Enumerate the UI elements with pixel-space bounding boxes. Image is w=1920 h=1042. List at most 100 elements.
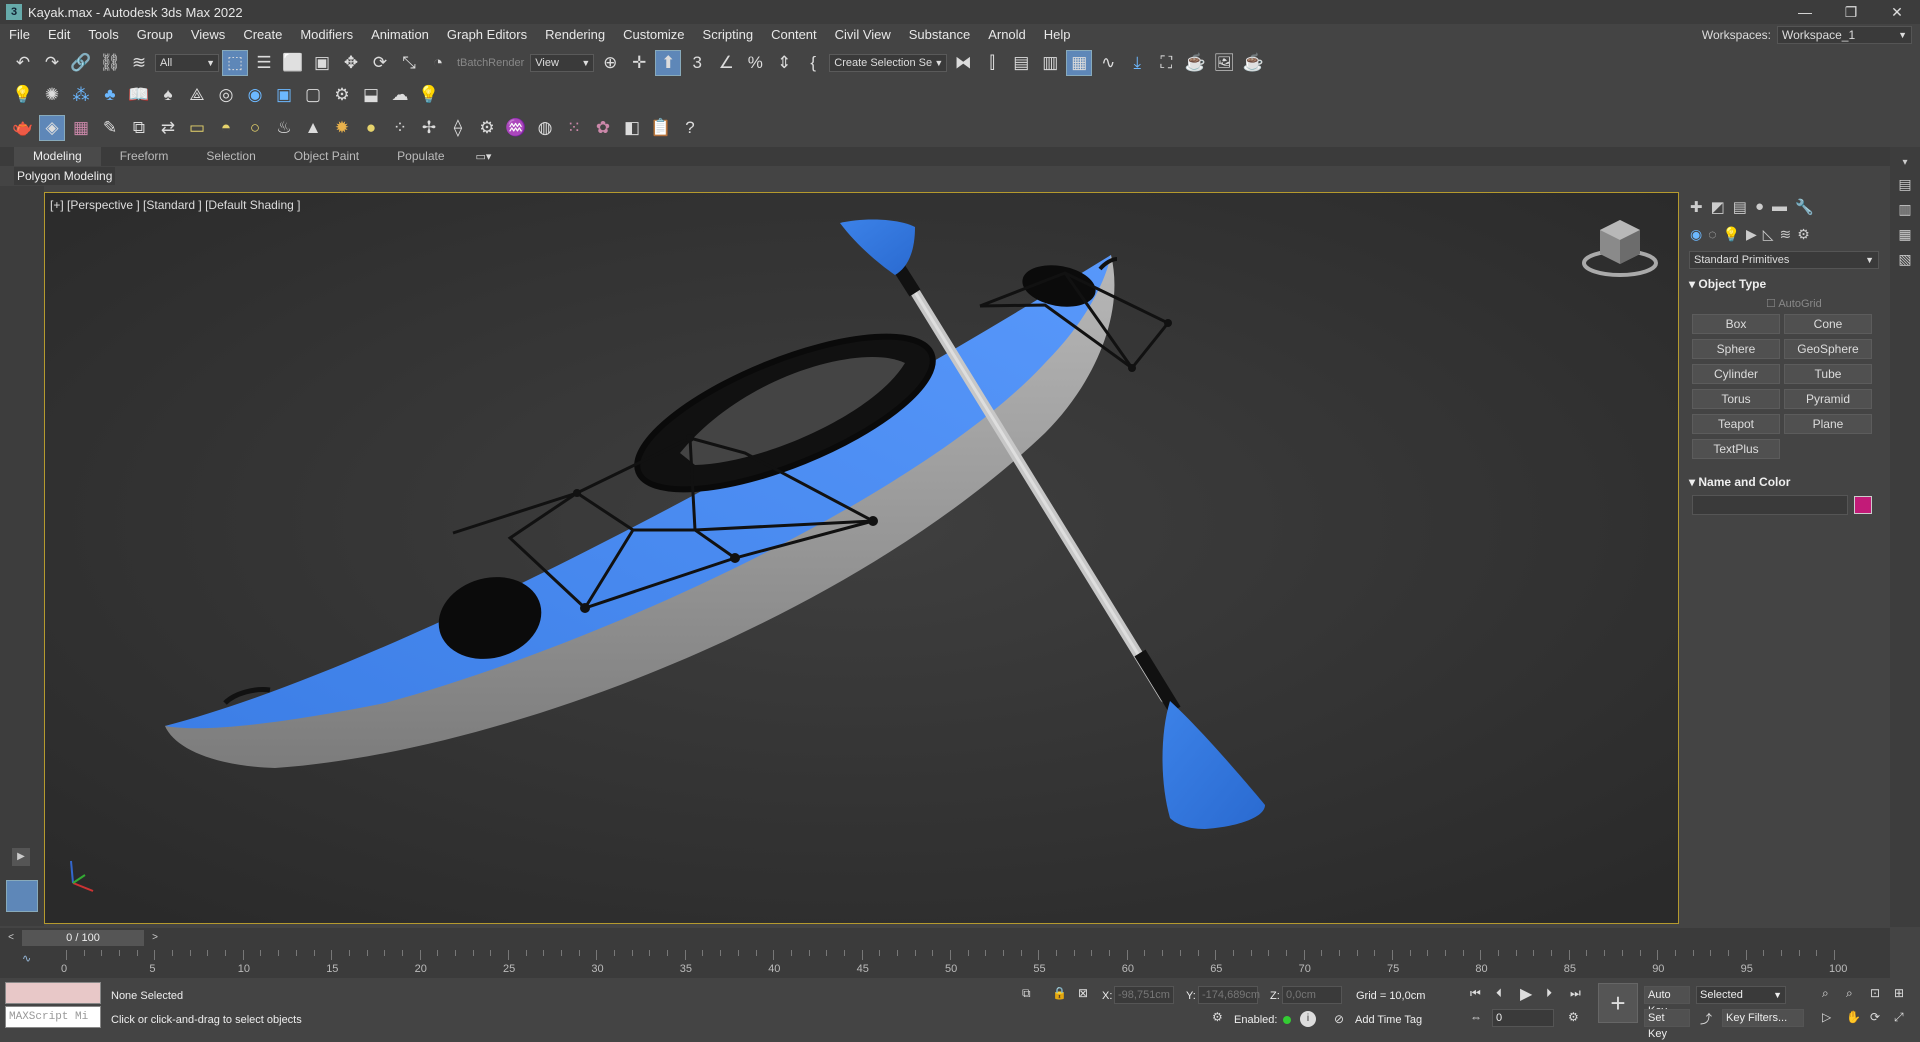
maxscript-mini-listener[interactable]: MAXScript Mi xyxy=(5,1006,101,1028)
box-primitive-icon[interactable]: ▭ xyxy=(184,115,210,141)
clipboard-icon[interactable]: 📋 xyxy=(648,115,674,141)
rectangular-selection-icon[interactable]: ⬜ xyxy=(280,50,306,76)
pivot-center-icon[interactable]: ⊕ xyxy=(597,50,623,76)
menu-civil-view[interactable]: Civil View xyxy=(826,24,900,46)
menu-tools[interactable]: Tools xyxy=(79,24,127,46)
display-tab-icon[interactable]: ▬ xyxy=(1772,198,1787,216)
viewport-layout-button[interactable] xyxy=(6,880,38,912)
layer-stack-icon[interactable]: ▦ xyxy=(1898,226,1911,243)
book-icon[interactable]: 📖 xyxy=(126,82,152,108)
object-name-input[interactable] xyxy=(1692,495,1848,515)
rotate-icon[interactable]: ⟳ xyxy=(367,50,393,76)
scene-explorer-icon[interactable]: ▦ xyxy=(1066,50,1093,76)
sphere-button[interactable]: Sphere xyxy=(1692,339,1780,359)
frame-icon[interactable]: ▣ xyxy=(271,82,297,108)
zoom-icon[interactable]: ⌕ xyxy=(1822,986,1829,1001)
select-manipulate-icon[interactable]: ✛ xyxy=(626,50,652,76)
maximize-button[interactable]: ❐ xyxy=(1828,0,1874,24)
bind-spacewarp-icon[interactable]: ≋ xyxy=(126,50,152,76)
mirror-icon[interactable]: ⧓ xyxy=(950,50,976,76)
sphere-icon[interactable]: ● xyxy=(358,115,384,141)
undo-icon[interactable]: ↶ xyxy=(10,50,36,76)
cylinder-button[interactable]: Cylinder xyxy=(1692,364,1780,384)
z-coordinate-field[interactable]: 0,0cm xyxy=(1282,986,1342,1004)
menu-file[interactable]: File xyxy=(0,24,39,46)
primitive-category-dropdown[interactable]: Standard Primitives ▼ xyxy=(1689,251,1879,269)
absolute-mode-icon[interactable]: ⊠ xyxy=(1078,986,1088,1000)
menu-rendering[interactable]: Rendering xyxy=(536,24,614,46)
tube-button[interactable]: Tube xyxy=(1784,364,1872,384)
calendar-icon[interactable]: ▦ xyxy=(68,115,94,141)
menu-help[interactable]: Help xyxy=(1035,24,1080,46)
sun-icon[interactable]: ✺ xyxy=(39,82,65,108)
select-by-name-icon[interactable]: ☰ xyxy=(251,50,277,76)
crop-icon[interactable]: ⬓ xyxy=(358,82,384,108)
grass-icon[interactable]: ♒ xyxy=(503,115,529,141)
auto-key-button[interactable]: Auto Key xyxy=(1644,986,1690,1017)
color-dots-icon[interactable]: ⁙ xyxy=(561,115,587,141)
keyboard-shortcut-override-icon[interactable]: ⬆ xyxy=(655,50,682,76)
box-button[interactable]: Box xyxy=(1692,314,1780,334)
cameras-icon[interactable]: ▶ xyxy=(1746,226,1757,243)
polygon-modeling-label[interactable]: Polygon Modeling xyxy=(14,167,116,185)
help-icon[interactable]: ? xyxy=(677,115,703,141)
frame-indicator[interactable]: 0 / 100 xyxy=(22,930,144,946)
tab-selection[interactable]: Selection xyxy=(187,147,274,166)
adaptive-degradation-icon[interactable]: ⚙ xyxy=(1212,1010,1223,1024)
toggle-ribbon-icon[interactable]: ▥ xyxy=(1037,50,1063,76)
go-to-end-icon[interactable]: ⏭ xyxy=(1570,986,1581,1001)
fog-icon[interactable]: ☁ xyxy=(387,82,413,108)
pan-icon[interactable]: ✋ xyxy=(1846,1010,1861,1024)
menu-scripting[interactable]: Scripting xyxy=(694,24,763,46)
prev-frame-icon[interactable]: < xyxy=(4,930,18,946)
close-button[interactable]: ✕ xyxy=(1874,0,1920,24)
sphere-light-icon[interactable]: ○ xyxy=(242,115,268,141)
align-icon[interactable]: ⫿ xyxy=(979,50,1005,76)
placement-icon[interactable]: ◔ xyxy=(425,50,451,76)
fx-icon[interactable]: ⚙ xyxy=(329,82,355,108)
light-icon[interactable]: 💡 xyxy=(10,82,36,108)
y-coordinate-field[interactable]: -174,689cm xyxy=(1198,986,1260,1004)
add-time-tag[interactable]: Add Time Tag xyxy=(1355,1014,1422,1026)
helpers-icon[interactable]: ◺ xyxy=(1763,226,1774,243)
bulb-icon[interactable]: 💡 xyxy=(416,82,442,108)
menu-edit[interactable]: Edit xyxy=(39,24,79,46)
create-tab-icon[interactable]: ✚ xyxy=(1690,198,1703,216)
go-to-start-icon[interactable]: ⏮ xyxy=(1470,986,1481,1001)
lights-icon[interactable]: 💡 xyxy=(1723,226,1740,243)
time-configuration-icon[interactable]: ⚙ xyxy=(1568,1010,1579,1024)
layer-options-icon[interactable]: ▧ xyxy=(1898,251,1911,268)
zoom-extents-icon[interactable]: ⊡ xyxy=(1870,986,1880,1000)
next-frame-icon[interactable]: ⏵ xyxy=(1546,986,1552,1001)
default-tangent-icon[interactable]: ⤴ xyxy=(1700,1010,1712,1027)
teapot-button[interactable]: Teapot xyxy=(1692,414,1780,434)
shapes-icon[interactable]: ◌ xyxy=(1708,226,1716,243)
minimize-button[interactable]: — xyxy=(1782,0,1828,24)
textplus-button[interactable]: TextPlus xyxy=(1692,439,1780,459)
object-color-swatch[interactable] xyxy=(1854,496,1872,514)
camera-icon[interactable]: ◈ xyxy=(39,115,65,141)
pyramid-icon[interactable]: ⟠ xyxy=(445,115,471,141)
curve-editor-mini-icon[interactable]: ∿ xyxy=(22,952,31,965)
x-coordinate-field[interactable]: -98,751cm xyxy=(1114,986,1174,1004)
percent-snap-icon[interactable]: % xyxy=(742,50,768,76)
schematic-view-icon[interactable]: ⤓ xyxy=(1124,50,1150,76)
menu-content[interactable]: Content xyxy=(762,24,826,46)
orbit-icon[interactable]: ◎ xyxy=(213,82,239,108)
tree-icon[interactable]: ♠ xyxy=(155,82,181,108)
unlink-icon[interactable]: ⛓ xyxy=(97,50,123,76)
edit-named-selection-icon[interactable]: { xyxy=(800,50,826,76)
converter-icon[interactable]: ⇄ xyxy=(155,115,181,141)
menu-group[interactable]: Group xyxy=(128,24,182,46)
layer-explorer-icon[interactable]: ▤ xyxy=(1008,50,1034,76)
torus-button[interactable]: Torus xyxy=(1692,389,1780,409)
key-mode-toggle-icon[interactable]: ⇔ xyxy=(1470,1010,1482,1024)
menu-animation[interactable]: Animation xyxy=(362,24,438,46)
set-key-button[interactable]: Set Key xyxy=(1644,1009,1690,1040)
bowl-icon[interactable]: ♨ xyxy=(271,115,297,141)
cone-icon[interactable]: ▲ xyxy=(300,115,326,141)
orbit-icon[interactable]: ⟳ xyxy=(1870,1010,1880,1024)
cone-button[interactable]: Cone xyxy=(1784,314,1872,334)
set-key-large-button[interactable]: + xyxy=(1598,983,1638,1023)
teapot-icon[interactable]: 🫖 xyxy=(10,115,36,141)
